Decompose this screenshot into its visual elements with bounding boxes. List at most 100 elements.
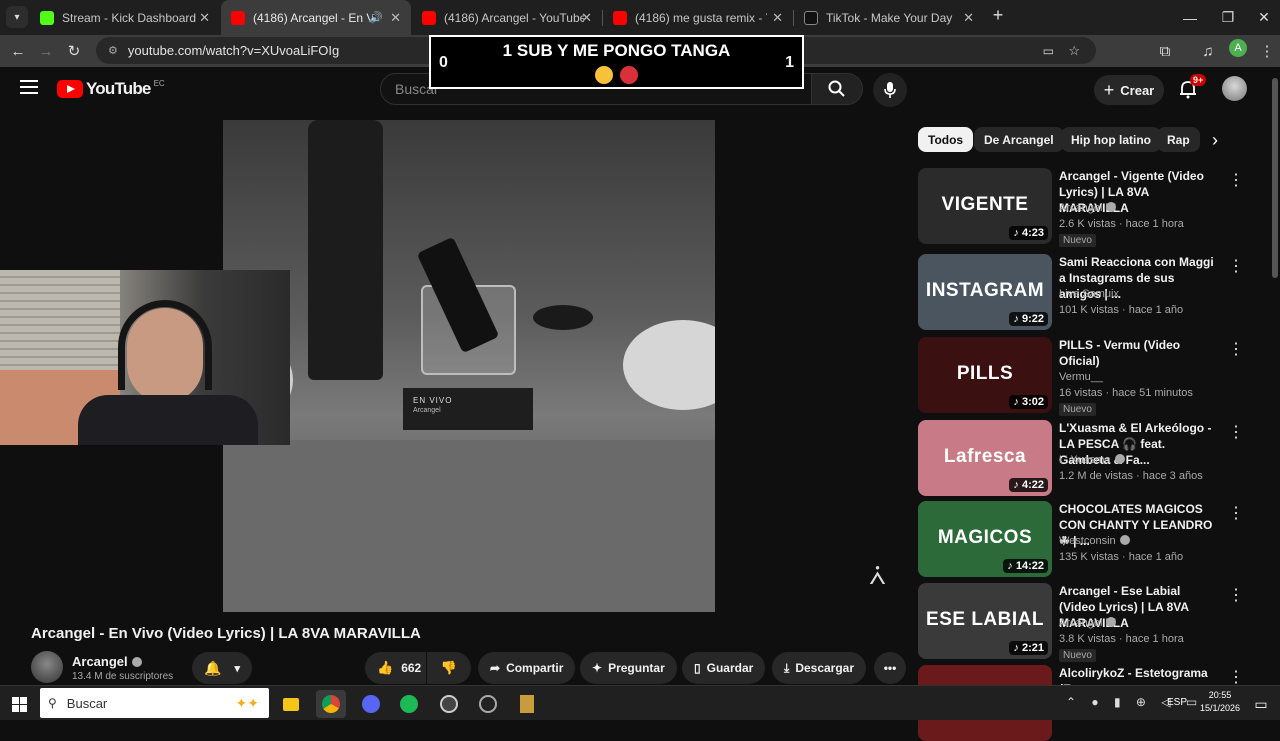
tab-kick-dashboard[interactable]: Stream - Kick Dashboard ✕ <box>30 0 220 35</box>
more-vertical-icon[interactable]: ⋮ <box>1228 339 1244 359</box>
dislike-button[interactable]: 👎 <box>427 652 471 684</box>
recommendation-item[interactable]: Lafresca ♪ 4:22 L'Xuasma & El Arkeólogo - … <box>918 420 1248 500</box>
windows-start-icon[interactable] <box>4 690 34 718</box>
app-icon[interactable] <box>473 690 503 718</box>
notification-center-icon[interactable]: ▭ <box>1246 690 1276 718</box>
recommendation-channel[interactable]: Live Samuix <box>1059 288 1119 300</box>
voice-search-button[interactable] <box>873 73 907 107</box>
extensions-icon[interactable]: ⧉ <box>1153 39 1177 63</box>
recommendation-item[interactable]: ESE LABIAL ♪ 2:21 Arcangel - Ese Labial (V… <box>918 583 1248 663</box>
close-tab-icon[interactable]: ✕ <box>581 10 592 26</box>
duration-badge: ♪ 2:21 <box>1009 641 1048 655</box>
close-window-button[interactable]: ✕ <box>1244 0 1280 35</box>
more-vertical-icon[interactable]: ⋮ <box>1228 170 1244 190</box>
video-title: Arcangel - En Vivo (Video Lyrics) | LA 8… <box>31 625 421 642</box>
chip-rap[interactable]: Rap <box>1157 127 1200 152</box>
chip-todos[interactable]: Todos <box>918 127 974 152</box>
youtube-logo[interactable]: YouTube EC <box>57 79 165 99</box>
tab-me-gusta-remix[interactable]: (4186) me gusta remix - YouTub ✕ <box>603 0 793 35</box>
youtube-favicon-icon <box>422 10 436 25</box>
windows-taskbar: ⚲ Buscar ✦✦ ⌃ ● ▮ ⊕ ◁ ▭ ESP 20:55 15/1/2… <box>0 685 1280 720</box>
video-player[interactable]: EN VIVO Arcangel <box>223 120 715 612</box>
speaker-icon[interactable]: 🔊 <box>369 11 383 24</box>
taskbar-search-box[interactable]: ⚲ Buscar ✦✦ <box>40 688 269 718</box>
save-label: Guardar <box>706 661 754 675</box>
page-scrollbar[interactable] <box>1272 78 1278 278</box>
league-icon[interactable] <box>512 690 542 718</box>
account-avatar[interactable] <box>1222 76 1247 101</box>
forward-arrow-icon[interactable]: → <box>34 39 58 63</box>
close-tab-icon[interactable]: ✕ <box>390 10 401 26</box>
video-thumbnail[interactable]: VIGENTE ♪ 4:23 <box>918 168 1052 244</box>
recommendation-meta: 135 K vistas · hace 1 año <box>1059 551 1184 563</box>
recommendation-item[interactable]: PILLS ♪ 3:02 PILLS - Vermu (Video Oficial)… <box>918 337 1248 417</box>
recommendation-item[interactable]: INSTAGRAM ♪ 9:22 Sami Reacciona con Maggi … <box>918 254 1248 334</box>
search-icon <box>828 80 845 97</box>
share-button[interactable]: ➦ Compartir <box>478 652 576 684</box>
recommendation-channel[interactable]: Arcangel <box>1059 617 1117 629</box>
tab-arcangel-en-vivo[interactable]: (4186) Arcangel - En Vivo (V 🔊 ✕ <box>221 0 411 35</box>
recommendation-channel[interactable]: L' Xuasma <box>1059 454 1125 466</box>
language-indicator[interactable]: ESP <box>1167 697 1187 708</box>
subscribe-bell-button[interactable]: 🔔 ▾ <box>192 652 252 684</box>
profile-avatar[interactable]: A <box>1229 39 1247 57</box>
tab-title: TikTok - Make Your Day <box>826 10 953 25</box>
clock[interactable]: 20:55 15/1/2026 <box>1200 689 1240 715</box>
recommendation-channel[interactable]: Westconsin <box>1059 535 1130 547</box>
discord-icon[interactable] <box>356 690 386 718</box>
channel-avatar[interactable] <box>31 651 63 683</box>
channel-name[interactable]: Arcangel <box>72 654 142 669</box>
cast-icon[interactable]: ▭ <box>1043 44 1054 58</box>
site-info-icon[interactable]: ⚙ <box>108 44 118 57</box>
video-thumbnail[interactable]: PILLS ♪ 3:02 <box>918 337 1052 413</box>
recommendation-channel[interactable]: Vermu__ <box>1059 371 1103 383</box>
more-vertical-icon[interactable]: ⋮ <box>1228 256 1244 276</box>
spotify-icon[interactable] <box>394 690 424 718</box>
like-button[interactable]: 👍 662 <box>365 652 426 684</box>
create-button[interactable]: + Crear <box>1094 75 1164 105</box>
recommendation-item[interactable]: MAGICOS ♪ 14:22 CHOCOLATES MAGICOS CON CHA… <box>918 501 1248 581</box>
channel-text: Arcangel <box>1059 617 1103 629</box>
video-thumbnail[interactable]: ESE LABIAL ♪ 2:21 <box>918 583 1052 659</box>
chip-de-arcangel[interactable]: De Arcangel <box>974 127 1064 152</box>
media-controls-icon[interactable]: ♫ <box>1196 39 1220 63</box>
chevron-right-icon[interactable]: › <box>1212 130 1218 151</box>
more-vertical-icon[interactable]: ⋮ <box>1228 667 1244 687</box>
duration-text: 3:02 <box>1021 396 1044 408</box>
tab-search-icon[interactable]: ▾ <box>6 6 28 28</box>
obs-icon[interactable] <box>434 690 464 718</box>
recommendation-channel[interactable]: Arcangel <box>1059 202 1117 214</box>
close-tab-icon[interactable]: ✕ <box>963 10 974 26</box>
video-thumbnail[interactable]: INSTAGRAM ♪ 9:22 <box>918 254 1052 330</box>
ask-button[interactable]: ✦ Preguntar <box>580 652 677 684</box>
chrome-icon[interactable] <box>316 690 346 718</box>
more-vertical-icon[interactable]: ⋮ <box>1228 503 1244 523</box>
minimize-button[interactable]: — <box>1170 0 1210 35</box>
save-button[interactable]: ▯ Guardar <box>682 652 766 684</box>
hamburger-menu-icon[interactable] <box>20 80 38 94</box>
close-tab-icon[interactable]: ✕ <box>772 10 783 26</box>
restore-button[interactable]: ❐ <box>1208 0 1248 35</box>
video-thumbnail[interactable]: MAGICOS ♪ 14:22 <box>918 501 1052 577</box>
recommendation-item[interactable]: AlcolirykoZ - Estetograma (En⋮ <box>918 665 1248 741</box>
more-vertical-icon[interactable]: ⋮ <box>1228 422 1244 442</box>
youtube-favicon-icon <box>231 10 245 25</box>
close-tab-icon[interactable]: ✕ <box>199 10 210 26</box>
notifications-button[interactable]: 9+ <box>1178 74 1207 101</box>
back-arrow-icon[interactable]: ← <box>6 39 30 63</box>
tab-tiktok[interactable]: TikTok - Make Your Day ✕ <box>794 0 984 35</box>
chip-hip-hop-latino[interactable]: Hip hop latino <box>1061 127 1161 152</box>
install-app-icon[interactable]: ☆ <box>1068 43 1080 59</box>
video-thumbnail[interactable]: Lafresca ♪ 4:22 <box>918 420 1052 496</box>
new-tab-button[interactable]: + <box>988 5 1008 29</box>
more-actions-button[interactable]: ••• <box>874 652 906 684</box>
reload-icon[interactable]: ↻ <box>62 39 86 63</box>
recommendation-title[interactable]: PILLS - Vermu (Video Oficial) <box>1059 337 1219 369</box>
chrome-menu-icon[interactable]: ⋮ <box>1255 39 1279 63</box>
download-button[interactable]: ⤓ Descargar <box>772 652 867 684</box>
search-button[interactable] <box>811 73 863 105</box>
tab-arcangel-youtube[interactable]: (4186) Arcangel - YouTube ✕ <box>412 0 602 35</box>
file-explorer-icon[interactable] <box>276 690 306 718</box>
recommendation-item[interactable]: VIGENTE ♪ 4:23 Arcangel - Vigente (Video L… <box>918 168 1248 248</box>
more-vertical-icon[interactable]: ⋮ <box>1228 585 1244 605</box>
